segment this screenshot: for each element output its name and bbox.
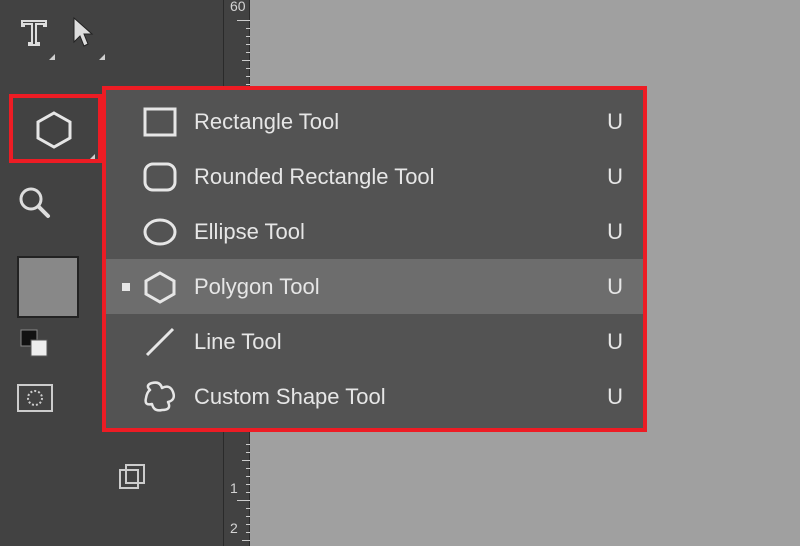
flyout-item-line[interactable]: Line Tool U bbox=[106, 314, 643, 369]
flyout-item-custom-shape[interactable]: Custom Shape Tool U bbox=[106, 369, 643, 424]
tools-column bbox=[9, 0, 109, 412]
tab-strip bbox=[110, 455, 154, 499]
foreground-color-swatch[interactable] bbox=[17, 256, 79, 318]
line-icon bbox=[136, 325, 184, 359]
selected-marker-icon bbox=[122, 283, 130, 291]
flyout-item-label: Line Tool bbox=[184, 329, 593, 355]
flyout-item-rectangle[interactable]: Rectangle Tool U bbox=[106, 94, 643, 149]
type-tool[interactable] bbox=[9, 0, 59, 64]
cursor-icon bbox=[70, 16, 98, 48]
flyout-item-shortcut: U bbox=[593, 274, 623, 300]
swap-colors[interactable] bbox=[19, 328, 109, 358]
default-colors-icon bbox=[19, 328, 49, 358]
polygon-icon bbox=[136, 270, 184, 304]
flyout-item-label: Custom Shape Tool bbox=[184, 384, 593, 410]
ellipse-icon bbox=[136, 217, 184, 247]
rounded-rectangle-icon bbox=[136, 162, 184, 192]
shape-tool-flyout: Rectangle Tool U Rounded Rectangle Tool … bbox=[102, 86, 647, 432]
artboard-tool[interactable] bbox=[110, 455, 154, 499]
type-icon bbox=[19, 17, 49, 47]
move-tool[interactable] bbox=[59, 0, 109, 64]
quick-mask-tool[interactable] bbox=[17, 384, 109, 412]
flyout-item-shortcut: U bbox=[593, 219, 623, 245]
layers-icon bbox=[117, 462, 147, 492]
flyout-item-label: Rectangle Tool bbox=[184, 109, 593, 135]
flyout-item-shortcut: U bbox=[593, 164, 623, 190]
flyout-item-shortcut: U bbox=[593, 329, 623, 355]
flyout-item-label: Ellipse Tool bbox=[184, 219, 593, 245]
flyout-item-rounded-rectangle[interactable]: Rounded Rectangle Tool U bbox=[106, 149, 643, 204]
flyout-item-label: Polygon Tool bbox=[184, 274, 593, 300]
flyout-item-shortcut: U bbox=[593, 384, 623, 410]
flyout-indicator-icon bbox=[99, 54, 105, 60]
magnifier-icon bbox=[17, 185, 51, 219]
quick-mask-icon bbox=[17, 384, 53, 412]
flyout-item-ellipse[interactable]: Ellipse Tool U bbox=[106, 204, 643, 259]
flyout-indicator-icon bbox=[49, 54, 55, 60]
rectangle-icon bbox=[136, 107, 184, 137]
flyout-item-label: Rounded Rectangle Tool bbox=[184, 164, 593, 190]
flyout-item-shortcut: U bbox=[593, 109, 623, 135]
custom-shape-icon bbox=[136, 380, 184, 414]
annotation-highlight-tool bbox=[9, 94, 102, 163]
zoom-tool[interactable] bbox=[9, 170, 59, 234]
flyout-item-polygon[interactable]: Polygon Tool U bbox=[106, 259, 643, 314]
